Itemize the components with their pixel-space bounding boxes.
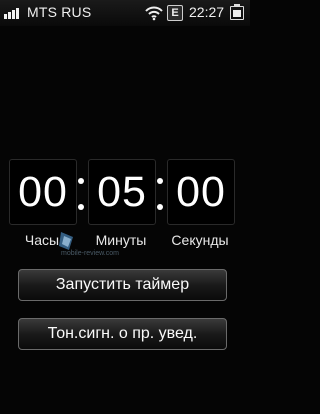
time-separator — [77, 168, 85, 218]
status-time: 22:27 — [189, 4, 225, 20]
start-timer-button[interactable]: Запустить таймер — [18, 269, 227, 301]
minutes-label: Минуты — [95, 232, 147, 248]
time-separator — [156, 168, 164, 218]
operator-name: MTS RUS — [27, 4, 92, 20]
tone-alert-button[interactable]: Тон.сигн. о пр. увед. — [18, 318, 227, 350]
seconds-label: Секунды — [171, 232, 229, 248]
status-bar: MTS RUS E 22:27 — [0, 0, 250, 26]
hours-field[interactable]: 00 — [9, 159, 77, 225]
battery-icon — [230, 4, 244, 20]
seconds-field[interactable]: 00 — [167, 159, 235, 225]
watermark-text: mobile-review.com — [61, 250, 119, 257]
minutes-field[interactable]: 05 — [88, 159, 156, 225]
signal-icon — [4, 6, 22, 19]
wifi-icon — [145, 6, 163, 21]
edge-icon: E — [167, 5, 183, 21]
